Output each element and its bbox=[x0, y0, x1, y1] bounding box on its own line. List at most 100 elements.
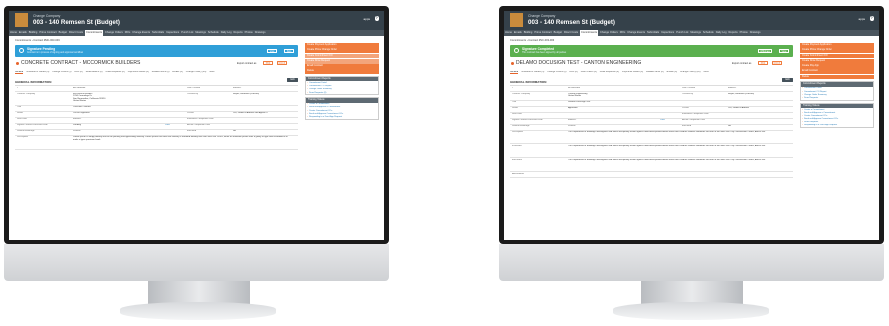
tab-home[interactable]: Home bbox=[505, 30, 512, 36]
company-selector[interactable]: Change Company bbox=[528, 14, 555, 18]
tab-drawings[interactable]: Drawings bbox=[750, 30, 761, 36]
video-link[interactable]: Responding to a DocuSign Request bbox=[306, 115, 378, 118]
view-link[interactable]: View bbox=[660, 119, 665, 121]
company-selector[interactable]: Change Company bbox=[33, 14, 60, 18]
banner-button-sign[interactable]: Sign bbox=[284, 49, 294, 53]
tab-rfis[interactable]: RFIs bbox=[125, 30, 130, 36]
action-button[interactable]: Create Commitment CO bbox=[305, 53, 379, 59]
subtab-item[interactable]: Change Orders (1) bbox=[52, 71, 71, 74]
subtab-item[interactable]: Modifications (0) bbox=[86, 71, 103, 74]
tab-prime-contract[interactable]: Prime Contract bbox=[534, 30, 551, 36]
tab-budget[interactable]: Budget bbox=[59, 30, 67, 36]
tab-commitments[interactable]: Commitments bbox=[580, 30, 599, 36]
tab-reports[interactable]: Reports bbox=[729, 30, 738, 36]
subtab-item[interactable]: General bbox=[15, 71, 24, 74]
tab-emails[interactable]: Emails bbox=[19, 30, 27, 36]
tab-home[interactable]: Home bbox=[10, 30, 17, 36]
breadcrumb[interactable]: Commitments › Contract #MC-003-049 bbox=[15, 39, 60, 42]
tab-daily-log[interactable]: Daily Log bbox=[716, 30, 727, 36]
tab-meetings[interactable]: Meetings bbox=[690, 30, 701, 36]
action-button[interactable]: Create Draw Request bbox=[305, 58, 379, 64]
action-button[interactable]: Create Draw Request bbox=[800, 58, 874, 64]
action-button[interactable]: Delete bbox=[305, 69, 379, 75]
subtab-item[interactable]: Schedule of Values (3) bbox=[521, 71, 544, 74]
tab-photos[interactable]: Photos bbox=[740, 30, 748, 36]
subtab-item[interactable]: RFIs (0) bbox=[569, 71, 577, 74]
tab-schedule[interactable]: Schedule bbox=[208, 30, 219, 36]
subtab-item[interactable]: Schedule of Values (6) bbox=[26, 71, 49, 74]
subtab-item[interactable]: Draw Requests (0) bbox=[106, 71, 125, 74]
edit-button[interactable]: Edit bbox=[287, 78, 298, 82]
apps-menu[interactable]: apps bbox=[858, 17, 865, 21]
tab-change-events[interactable]: Change Events bbox=[627, 30, 645, 36]
banner-button-void[interactable]: Void bbox=[267, 49, 277, 53]
tab-schedule[interactable]: Schedule bbox=[703, 30, 714, 36]
tab-submittals[interactable]: Submittals bbox=[152, 30, 164, 36]
tab-bidding[interactable]: Bidding bbox=[29, 30, 38, 36]
help-icon[interactable]: ? bbox=[374, 16, 379, 21]
subtab-item[interactable]: Draw Requests (0) bbox=[600, 71, 619, 74]
action-button[interactable]: Email Contract bbox=[800, 69, 874, 75]
subtab-item[interactable]: Emails (0) bbox=[667, 71, 677, 74]
export-pdf-button[interactable]: PDF bbox=[263, 61, 273, 65]
action-button[interactable]: Delete bbox=[800, 74, 874, 80]
tab-reports[interactable]: Reports bbox=[234, 30, 243, 36]
tab-direct-costs[interactable]: Direct Costs bbox=[69, 30, 83, 36]
subtab-item[interactable]: Related Items (0) bbox=[646, 71, 664, 74]
subtab-item[interactable]: General bbox=[510, 71, 519, 74]
subtab-item[interactable]: Payments Issued (0) bbox=[622, 71, 643, 74]
tab-daily-log[interactable]: Daily Log bbox=[221, 30, 232, 36]
subtab-item[interactable]: Change History (26) bbox=[186, 71, 207, 74]
breadcrumb[interactable]: Commitments › Contract #SC-003-003 bbox=[510, 39, 554, 42]
tab-prime-contract[interactable]: Prime Contract bbox=[39, 30, 56, 36]
tab-change-events[interactable]: Change Events bbox=[132, 30, 150, 36]
tab-direct-costs[interactable]: Direct Costs bbox=[564, 30, 578, 36]
tab-inspections[interactable]: Inspections bbox=[166, 30, 179, 36]
action-button[interactable]: Create Payment Application bbox=[305, 43, 379, 48]
action-button[interactable]: Create Payment Application bbox=[800, 43, 874, 48]
subtab-item[interactable]: Draft Orders (0) bbox=[581, 71, 597, 74]
subtab-item[interactable]: Change Orders (0) bbox=[547, 71, 566, 74]
tab-drawings[interactable]: Drawings bbox=[255, 30, 266, 36]
tab-rfis[interactable]: RFIs bbox=[620, 30, 625, 36]
video-link[interactable]: Responding to a DocuSign Request bbox=[801, 124, 873, 127]
action-button[interactable]: Create Prime Change Order bbox=[800, 48, 874, 53]
subtab-item[interactable]: Emails (0) bbox=[172, 71, 182, 74]
tab-punch-list[interactable]: Punch List bbox=[181, 30, 193, 36]
export-docx-button[interactable]: DOCX bbox=[277, 61, 287, 65]
subtab-item[interactable]: Related Items (0) bbox=[152, 71, 170, 74]
tab-photos[interactable]: Photos bbox=[245, 30, 253, 36]
edit-button[interactable]: Edit bbox=[782, 78, 793, 82]
export-pdf-button[interactable]: PDF bbox=[758, 61, 768, 65]
action-button[interactable]: Create Prime Change Order bbox=[305, 48, 379, 53]
tab-change-orders[interactable]: Change Orders bbox=[105, 30, 123, 36]
subtab-item[interactable]: More bbox=[704, 71, 709, 74]
tab-punch-list[interactable]: Punch List bbox=[676, 30, 688, 36]
action-button[interactable]: Email Contract bbox=[305, 64, 379, 69]
tab-emails[interactable]: Emails bbox=[514, 30, 522, 36]
tab-change-orders[interactable]: Change Orders bbox=[600, 30, 618, 36]
help-icon[interactable]: ? bbox=[869, 16, 874, 21]
action-button[interactable]: Create Pay App bbox=[800, 64, 874, 69]
report-link[interactable]: Draw Requests (0) bbox=[306, 91, 378, 94]
action-button[interactable]: Create Commitment CO bbox=[800, 53, 874, 59]
tool-tabs: Home Emails Bidding Prime Contract Budget Dir… bbox=[9, 30, 384, 36]
project-selector[interactable]: 003 - 140 Remsen St (Budget) bbox=[33, 19, 120, 26]
report-link[interactable]: Draw Requests bbox=[801, 96, 873, 99]
tab-commitments[interactable]: Commitments bbox=[85, 30, 104, 36]
tab-inspections[interactable]: Inspections bbox=[661, 30, 674, 36]
project-selector[interactable]: 003 - 140 Remsen St (Budget) bbox=[528, 19, 615, 26]
export-docx-button[interactable]: DOCX bbox=[772, 61, 782, 65]
subtab-item[interactable]: RFIs (0) bbox=[74, 71, 82, 74]
apps-menu[interactable]: apps bbox=[363, 17, 370, 21]
subtab-item[interactable]: Payments Issued (0) bbox=[128, 71, 149, 74]
banner-button-withdraw[interactable]: Withdraw bbox=[758, 49, 772, 53]
view-link[interactable]: View bbox=[165, 124, 170, 126]
tab-bidding[interactable]: Bidding bbox=[524, 30, 533, 36]
subtab-item[interactable]: More bbox=[209, 71, 214, 74]
tab-submittals[interactable]: Submittals bbox=[647, 30, 659, 36]
tab-meetings[interactable]: Meetings bbox=[195, 30, 206, 36]
banner-button-view[interactable]: View bbox=[779, 49, 789, 53]
subtab-item[interactable]: Change History (20) bbox=[680, 71, 701, 74]
tab-budget[interactable]: Budget bbox=[554, 30, 562, 36]
